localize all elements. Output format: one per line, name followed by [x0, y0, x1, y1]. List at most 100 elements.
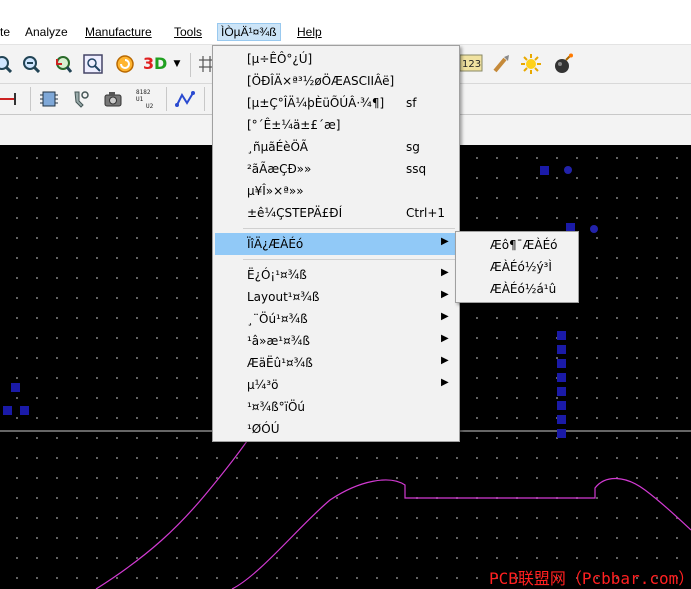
menu-item-label: ¸¨Öú¹¤¾ß	[247, 312, 308, 326]
toolbar-separator	[204, 87, 205, 111]
menu-item-label: [ÖÐÎÄ×ª³½øÖÆASCIIÂë]	[247, 74, 395, 88]
ref-des-line3: U2	[146, 103, 154, 110]
menu-item-layer-switch[interactable]: ²ãÃæÇÐ»» ssq	[215, 158, 457, 180]
menu-item-label: Layout¹¤¾ß	[247, 290, 320, 304]
menu-item-label: ¹¤¾ß°ïÖú	[247, 400, 306, 414]
zoom-out-icon[interactable]	[20, 53, 42, 75]
title-bar	[0, 0, 691, 22]
menu-item-layout-tools[interactable]: Layout¹¤¾ß ▶	[215, 286, 457, 308]
menu-item-label: ¹â»æ¹¤¾ß	[247, 334, 310, 348]
menu-separator	[243, 259, 455, 260]
menu-place-partial[interactable]: te	[0, 25, 10, 39]
pcb-pad	[557, 331, 566, 340]
menu-item-shortcut: ssq	[406, 162, 427, 176]
custom-tools-menu: [µ÷ÊÔ°¿Ú] [ÖÐÎÄ×ª³½øÖÆASCIIÂë] [µ±Ç°ÎÄ¼þ…	[212, 45, 460, 442]
menu-item-gerber-tools[interactable]: ¹â»æ¹¤¾ß ▶	[215, 330, 457, 352]
menu-item-timed-save[interactable]: [°´Ê±¼ä±£´æ]	[215, 114, 457, 136]
menu-analyze[interactable]: Analyze	[25, 25, 68, 39]
menu-item-project-review[interactable]: ÏîÄ¿ÆÀÉó ▶	[215, 233, 457, 255]
menu-item-label: ÏîÄ¿ÆÀÉó	[247, 237, 304, 251]
dropdown-arrow-icon[interactable]: ▼	[171, 53, 183, 75]
submenu-item-start-review[interactable]: Æô¶¯ÆÀÉó	[458, 234, 576, 256]
menu-item-silkscreen-tools[interactable]: Ë¿Ó¡¹¤¾ß ▶	[215, 264, 457, 286]
menu-item-chinese-to-ascii[interactable]: [ÖÐÎÄ×ª³½øÖÆASCIIÂë]	[215, 70, 457, 92]
menu-item-label: [°´Ê±¼ä±£´æ]	[247, 118, 341, 132]
dimension-icon[interactable]	[0, 88, 18, 110]
zoom-fit-icon[interactable]	[82, 53, 104, 75]
brush-icon[interactable]	[490, 53, 512, 75]
counter-icon[interactable]: 123	[459, 52, 483, 74]
svg-text:3: 3	[143, 54, 154, 73]
submenu-arrow-icon: ▶	[441, 333, 449, 344]
refresh-icon[interactable]	[114, 53, 136, 75]
pcb-pad	[557, 373, 566, 382]
camera-icon[interactable]	[102, 88, 124, 110]
menu-item-label: ±ê¼ÇSTEPÄ£ÐÍ	[247, 206, 343, 220]
3d-view-icon[interactable]: 3D	[142, 52, 170, 74]
menu-item-label: [µ±Ç°ÎÄ¼þÈüÕÚÂ·¾¶]	[247, 96, 385, 110]
route-icon[interactable]	[174, 88, 196, 110]
toolbar-separator	[166, 87, 167, 111]
pcb-pad	[557, 359, 566, 368]
submenu-arrow-icon: ▶	[441, 311, 449, 322]
pcb-via	[590, 225, 598, 233]
menu-item-auxiliary-tools[interactable]: ¸¨Öú¹¤¾ß ▶	[215, 308, 457, 330]
menu-item-label: ¹ØÓÚ	[247, 422, 280, 436]
submenu-item-review-results[interactable]: ÆÀÉó½á¹û	[458, 278, 576, 300]
toolbar-separator	[190, 53, 191, 77]
pcb-pad	[3, 406, 12, 415]
menu-item-label: ÆäËû¹¤¾ß	[247, 356, 313, 370]
toolbar-separator	[30, 87, 31, 111]
menu-bar: te Analyze Manufacture Tools ÌÒµÄ¹¤¾ß He…	[0, 22, 691, 45]
pcb-pad	[11, 383, 20, 392]
menu-item-shortcut: sf	[406, 96, 417, 110]
submenu-arrow-icon: ▶	[441, 377, 449, 388]
menu-item-shortcut: Ctrl+1	[406, 206, 446, 220]
menu-item-label: Ë¿Ó¡¹¤¾ß	[247, 268, 307, 282]
menu-help[interactable]: Help	[297, 25, 322, 39]
submenu-item-review-process[interactable]: ÆÀÉó½ý³Ì	[458, 256, 576, 278]
menu-item-label: ²ãÃæÇÐ»»	[247, 162, 312, 176]
menu-separator	[243, 228, 455, 229]
zoom-previous-icon[interactable]	[52, 53, 74, 75]
component-icon[interactable]	[38, 88, 60, 110]
wrench-icon[interactable]	[70, 88, 92, 110]
menu-item-label: [µ÷ÊÔ°¿Ú]	[247, 52, 313, 66]
menu-item-unit-convert[interactable]: µ¥Î»×ª»»	[215, 180, 457, 202]
submenu-arrow-icon: ▶	[441, 355, 449, 366]
bomb-icon[interactable]	[552, 53, 574, 75]
trace-left	[95, 424, 259, 589]
menu-item-mark-step-model[interactable]: ±ê¼ÇSTEPÄ£ÐÍ Ctrl+1	[215, 202, 457, 224]
ref-des-line1: 8182	[136, 89, 151, 96]
ref-des-line2: U1	[136, 96, 144, 103]
svg-text:D: D	[154, 54, 167, 73]
menu-tools[interactable]: Tools	[174, 25, 202, 39]
menu-item-current-file-path[interactable]: [µ±Ç°ÎÄ¼þÈüÕÚÂ·¾¶] sf	[215, 92, 457, 114]
menu-item-grid-settings[interactable]: ¸ñµãÉèÖÃ sg	[215, 136, 457, 158]
menu-item-other-tools[interactable]: ÆäËû¹¤¾ß ▶	[215, 352, 457, 374]
watermark: PCB联盟网（Pcbbar.com）	[489, 569, 691, 588]
menu-item-export[interactable]: µ¼³ö ▶	[215, 374, 457, 396]
ref-des-icon[interactable]: 8182 U1 U2	[134, 87, 156, 110]
menu-custom-tools[interactable]: ÌÒµÄ¹¤¾ß	[217, 23, 281, 41]
counter-label: 123	[462, 59, 481, 70]
pcb-pad	[557, 345, 566, 354]
pcb-pad	[557, 401, 566, 410]
menu-item-label: µ¥Î»×ª»»	[247, 184, 304, 198]
menu-item-label: ÆÀÉó½ý³Ì	[490, 260, 552, 274]
menu-item-label: ¸ñµãÉèÖÃ	[247, 140, 309, 154]
menu-item-label: µ¼³ö	[247, 378, 279, 392]
menu-item-about[interactable]: ¹ØÓÚ	[215, 418, 457, 440]
menu-item-debug[interactable]: [µ÷ÊÔ°¿Ú]	[215, 48, 457, 70]
menu-item-tools-help[interactable]: ¹¤¾ß°ïÖú	[215, 396, 457, 418]
pcb-via	[564, 166, 572, 174]
submenu-arrow-icon: ▶	[441, 289, 449, 300]
menu-manufacture[interactable]: Manufacture	[85, 25, 152, 39]
zoom-in-icon[interactable]	[0, 53, 14, 75]
project-review-submenu: Æô¶¯ÆÀÉó ÆÀÉó½ý³Ì ÆÀÉó½á¹û	[455, 231, 579, 303]
submenu-arrow-icon: ▶	[441, 267, 449, 278]
pcb-pad	[540, 166, 549, 175]
sun-icon[interactable]	[520, 53, 542, 75]
pcb-pad	[557, 415, 566, 424]
menu-item-shortcut: sg	[406, 140, 420, 154]
